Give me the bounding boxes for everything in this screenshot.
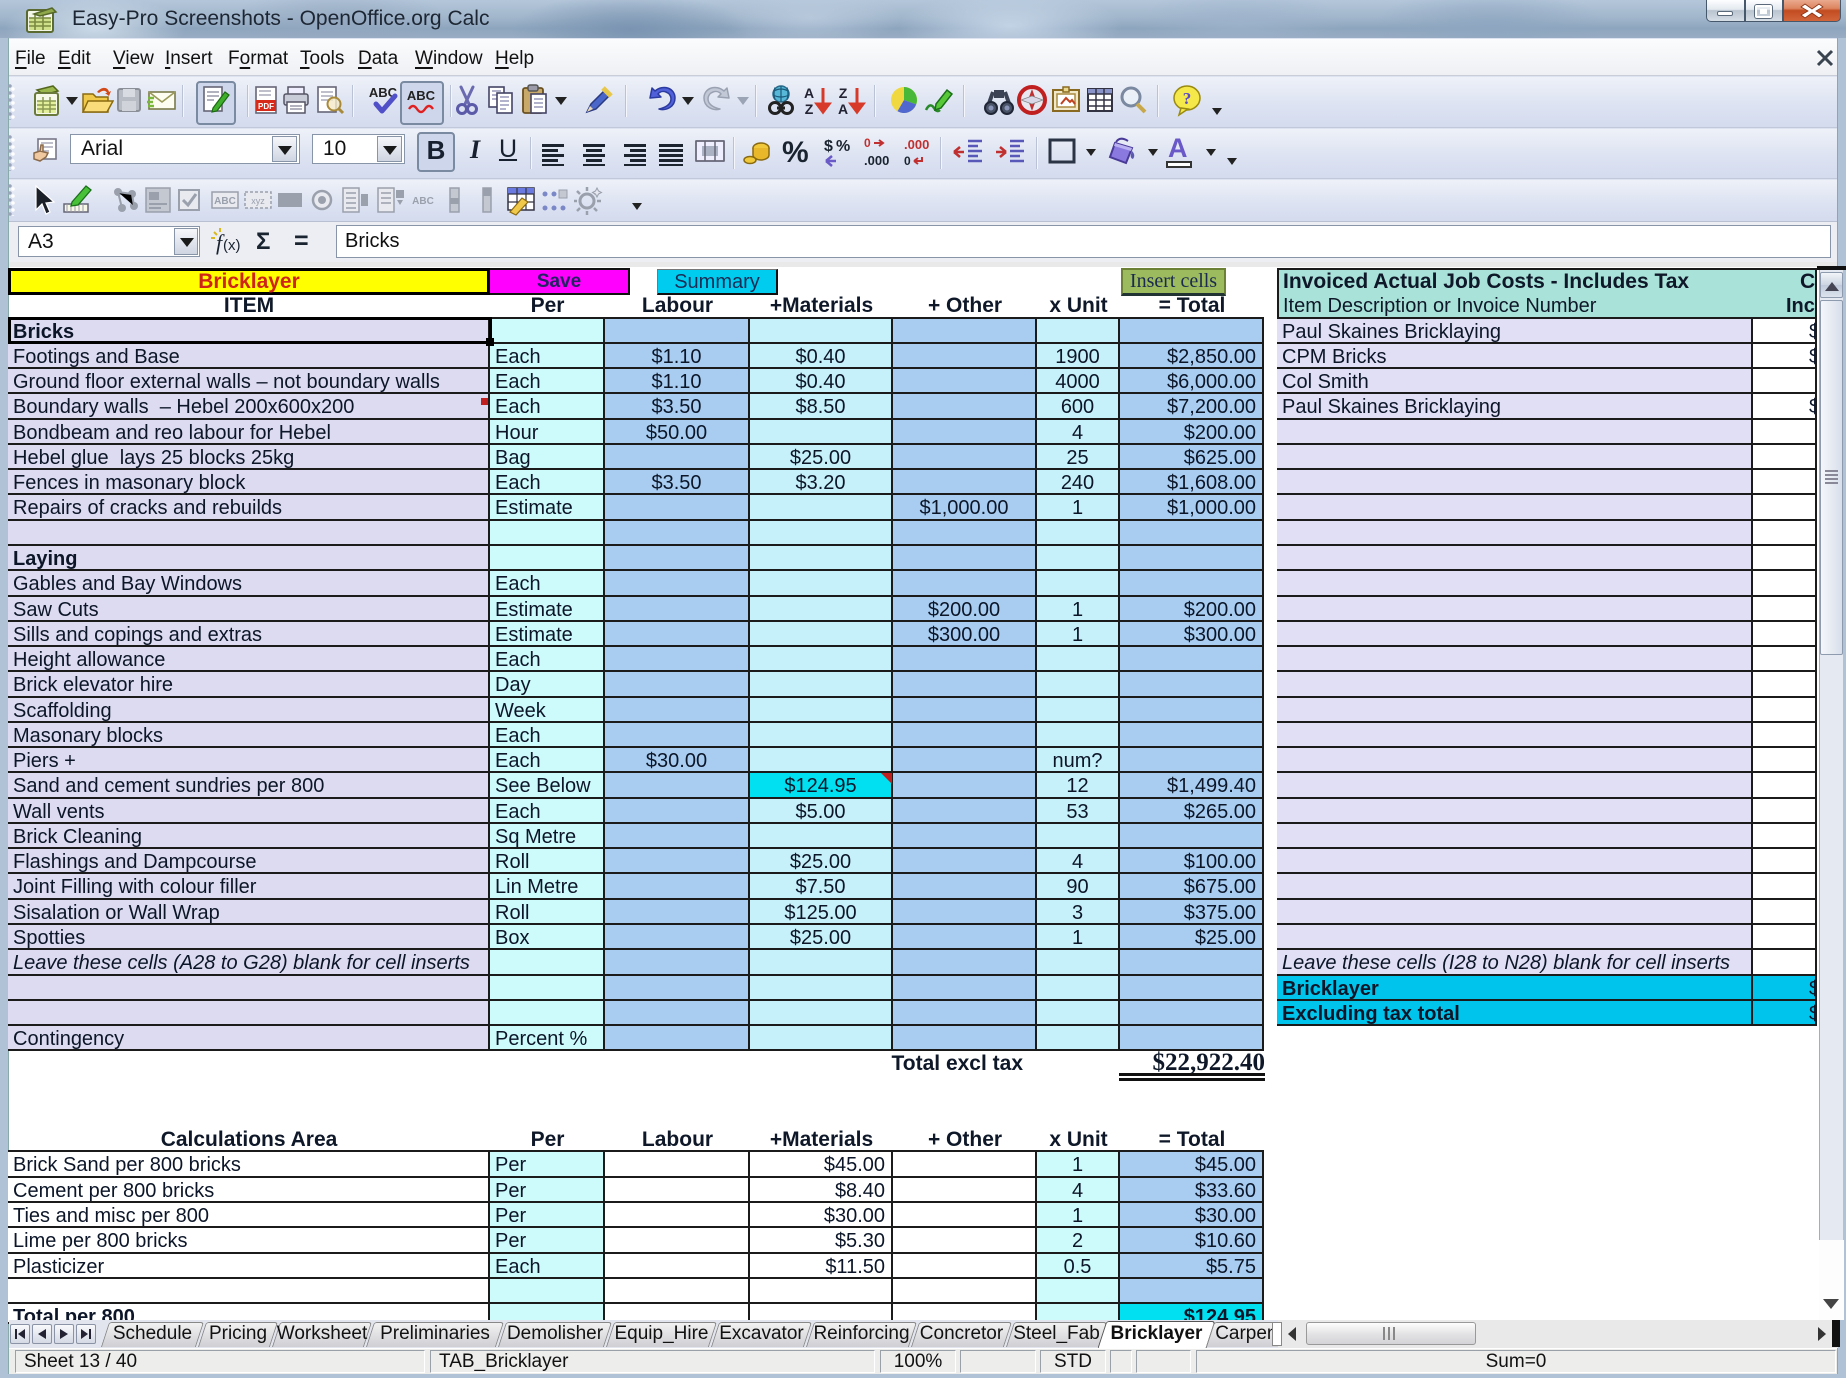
- svg-text:%: %: [836, 138, 850, 155]
- svg-text:0: 0: [904, 154, 911, 168]
- svg-text:ABC: ABC: [407, 88, 436, 103]
- svg-text:?: ?: [1183, 89, 1192, 108]
- svg-text:.000: .000: [904, 137, 929, 152]
- svg-text:PDF: PDF: [258, 102, 274, 111]
- svg-text:.000: .000: [864, 153, 889, 168]
- svg-text:$: $: [824, 138, 833, 155]
- svg-text:A: A: [804, 85, 814, 101]
- svg-text:A: A: [838, 101, 848, 117]
- svg-text:(x): (x): [223, 237, 241, 254]
- svg-text:Z: Z: [805, 101, 814, 117]
- svg-text:0: 0: [864, 136, 871, 150]
- svg-text:xyz: xyz: [251, 196, 265, 206]
- svg-text:ABC: ABC: [214, 196, 236, 207]
- svg-text:Z: Z: [839, 85, 848, 101]
- svg-text:ABC: ABC: [412, 196, 434, 207]
